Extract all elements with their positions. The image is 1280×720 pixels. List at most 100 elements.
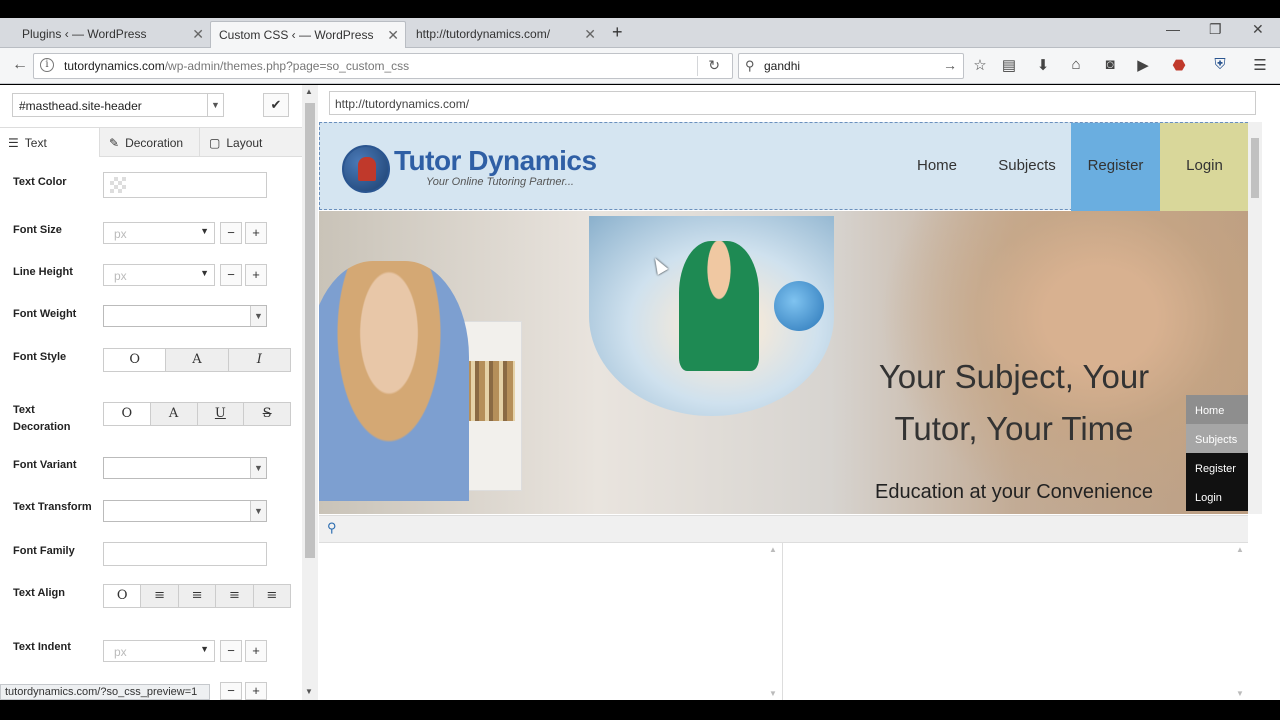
chevron-down-icon[interactable]: ▼: [207, 94, 223, 116]
downloads-icon[interactable]: ⬇: [1034, 56, 1052, 74]
text-color-label: Text Color: [13, 176, 67, 188]
preview-scrollbar[interactable]: [1248, 122, 1262, 514]
youtube-icon[interactable]: ▶: [1134, 56, 1152, 74]
search-icon[interactable]: ⚲: [327, 520, 349, 540]
scroll-up-icon[interactable]: ▲: [305, 87, 313, 96]
line-height-input[interactable]: px ▼: [103, 264, 215, 286]
font-variant-label: Font Variant: [13, 459, 77, 471]
close-tab-icon[interactable]: ✕: [584, 26, 596, 43]
new-tab-icon[interactable]: +: [612, 22, 623, 43]
scrollbar-thumb[interactable]: [305, 103, 315, 558]
line-height-increment-button[interactable]: +: [245, 264, 267, 286]
nav-subjects[interactable]: Subjects: [988, 123, 1066, 211]
inspector-left-pane[interactable]: ▲ ▼: [319, 543, 783, 700]
align-none-option[interactable]: O: [104, 585, 142, 607]
font-size-increment-button[interactable]: +: [245, 222, 267, 244]
text-indent-decrement-button[interactable]: −: [220, 640, 242, 662]
navigation-toolbar: ← i tutordynamics.com/wp-admin/themes.ph…: [0, 48, 1280, 84]
caret-down-icon[interactable]: ▼: [200, 226, 209, 236]
decoration-underline-option[interactable]: U: [198, 403, 245, 425]
status-bar-link: tutordynamics.com/?so_css_preview=1: [0, 684, 210, 700]
font-variant-select[interactable]: ▼: [103, 457, 267, 479]
font-style-oblique-option[interactable]: A: [166, 349, 229, 371]
restore-icon[interactable]: ❐: [1209, 21, 1222, 38]
side-nav-register[interactable]: Register: [1186, 453, 1248, 482]
font-size-input[interactable]: px ▼: [103, 222, 215, 244]
font-size-decrement-button[interactable]: −: [220, 222, 242, 244]
align-left-icon[interactable]: ≡: [141, 585, 179, 607]
font-family-input[interactable]: [103, 542, 267, 566]
tab-label: Layout: [226, 136, 263, 150]
text-color-picker[interactable]: [103, 172, 267, 198]
increment-button[interactable]: +: [245, 682, 267, 700]
bookmark-star-icon[interactable]: ☆: [971, 56, 989, 74]
logo-figure-icon: [358, 157, 376, 181]
tab-decoration[interactable]: ✎ Decoration: [101, 128, 200, 157]
close-tab-icon[interactable]: ✕: [192, 26, 204, 43]
tab-custom-css[interactable]: Custom CSS ‹ — WordPress ✕: [210, 21, 406, 48]
site-header[interactable]: Tutor Dynamics Your Online Tutoring Part…: [319, 122, 1248, 211]
decoration-strikethrough-option[interactable]: S: [244, 403, 290, 425]
search-bar[interactable]: ⚲ gandhi →: [738, 53, 964, 79]
info-icon[interactable]: i: [40, 58, 54, 72]
apply-checkmark-button[interactable]: ✔: [263, 93, 289, 117]
text-decoration-segmented: O A U S: [103, 402, 291, 426]
search-go-arrow-icon[interactable]: →: [943, 57, 957, 73]
text-indent-increment-button[interactable]: +: [245, 640, 267, 662]
decoration-overline-option[interactable]: A: [151, 403, 198, 425]
scroll-down-icon[interactable]: ▼: [769, 689, 777, 698]
inspector-right-pane[interactable]: ▲ ▼: [784, 543, 1248, 700]
hero-banner: Your Subject, Your Tutor, Your Time Educ…: [319, 211, 1248, 514]
preview-url-field[interactable]: http://tutordynamics.com/: [329, 91, 1256, 115]
nav-home[interactable]: Home: [898, 123, 976, 211]
search-input[interactable]: gandhi: [764, 59, 800, 73]
menu-hamburger-icon[interactable]: ☰: [1251, 56, 1269, 74]
align-center-icon[interactable]: ≡: [216, 585, 254, 607]
logo-name[interactable]: Tutor Dynamics: [394, 145, 597, 177]
tab-tutordynamics[interactable]: http://tutordynamics.com/ ✕: [406, 21, 602, 48]
align-justify-icon[interactable]: ≡: [254, 585, 290, 607]
caret-down-icon[interactable]: ▼: [200, 644, 209, 654]
scroll-up-icon[interactable]: ▲: [1236, 545, 1244, 554]
scroll-down-icon[interactable]: ▼: [305, 687, 313, 696]
side-nav-subjects[interactable]: Subjects: [1186, 424, 1248, 453]
back-arrow-icon[interactable]: ←: [12, 56, 28, 74]
close-tab-icon[interactable]: ✕: [387, 27, 399, 44]
side-nav-home[interactable]: Home: [1186, 395, 1248, 424]
reload-icon[interactable]: ↻: [708, 57, 720, 74]
address-text: tutordynamics.com/wp-admin/themes.php?pa…: [64, 59, 409, 73]
align-right-icon[interactable]: ≡: [179, 585, 217, 607]
selector-dropdown[interactable]: #masthead.site-header ▼: [12, 93, 224, 117]
panel-scrollbar[interactable]: ▲ ▼: [302, 85, 318, 700]
reading-list-icon[interactable]: ▤: [1000, 56, 1018, 74]
brush-icon: ✎: [109, 136, 120, 150]
tab-layout[interactable]: ▢ Layout: [201, 128, 302, 157]
minimize-icon[interactable]: —: [1166, 21, 1180, 37]
text-indent-input[interactable]: px ▼: [103, 640, 215, 662]
unit-placeholder: px: [114, 227, 127, 241]
nav-register[interactable]: Register: [1071, 123, 1160, 211]
text-align-segmented: O ≡ ≡ ≡ ≡: [103, 584, 291, 608]
scrollbar-thumb[interactable]: [1251, 138, 1259, 198]
scroll-up-icon[interactable]: ▲: [769, 545, 777, 554]
adblock-icon[interactable]: ⬣: [1170, 56, 1188, 74]
decrement-button[interactable]: −: [220, 682, 242, 700]
tab-text[interactable]: ☰ Text: [0, 128, 100, 157]
home-icon[interactable]: ⌂: [1067, 56, 1085, 73]
tab-plugins[interactable]: Plugins ‹ — WordPress ✕: [0, 21, 210, 48]
privacy-shield-icon[interactable]: ⛨: [1211, 56, 1229, 73]
decoration-none-option[interactable]: O: [104, 403, 151, 425]
line-height-decrement-button[interactable]: −: [220, 264, 242, 286]
nav-login[interactable]: Login: [1160, 123, 1248, 211]
page-scrollbar[interactable]: [1264, 85, 1280, 700]
caret-down-icon[interactable]: ▼: [200, 268, 209, 278]
scroll-down-icon[interactable]: ▼: [1236, 689, 1244, 698]
font-style-italic-option[interactable]: I: [229, 349, 290, 371]
address-bar[interactable]: i tutordynamics.com/wp-admin/themes.php?…: [33, 53, 733, 79]
text-transform-select[interactable]: ▼: [103, 500, 267, 522]
font-weight-select[interactable]: ▼: [103, 305, 267, 327]
pocket-icon[interactable]: ◙: [1101, 56, 1119, 73]
close-window-icon[interactable]: ✕: [1252, 21, 1264, 38]
side-nav-login[interactable]: Login: [1186, 482, 1248, 511]
font-style-normal-option[interactable]: O: [104, 349, 167, 371]
